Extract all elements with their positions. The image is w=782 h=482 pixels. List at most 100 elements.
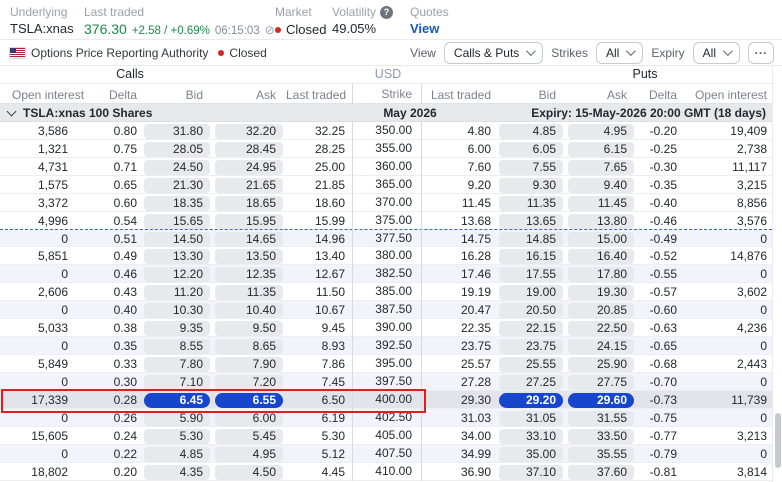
put-bid-quote-button[interactable]: 16.15 (499, 248, 563, 264)
option-row-strike-385.00[interactable]: 2,606 0.43 11.20 11.35 11.50 385.00 19.19 19.00… (0, 283, 772, 301)
call-bid-quote-button[interactable]: 31.80 (144, 123, 210, 139)
put-bid-quote-button[interactable]: 23.75 (499, 338, 563, 354)
put-bid-quote-button[interactable]: 4.85 (499, 123, 563, 139)
put-ask-quote-button[interactable]: 25.90 (568, 356, 634, 372)
col-header-put-open-interest[interactable]: Open interest (684, 87, 772, 102)
col-header-call-open-interest[interactable]: Open interest (0, 87, 84, 102)
volatility-help-icon[interactable]: ? (380, 5, 394, 19)
call-ask-quote-button[interactable]: 5.45 (215, 428, 283, 444)
option-row-strike-380.00[interactable]: 5,851 0.49 13.30 13.50 13.40 380.00 16.28 16.15… (0, 247, 772, 265)
option-row-strike-387.50[interactable]: 0 0.40 10.30 10.40 10.67 387.50 20.47 20.50 20.8… (0, 301, 772, 319)
call-ask-quote-button[interactable]: 10.40 (215, 302, 283, 318)
expiry-dropdown[interactable]: All (692, 41, 740, 64)
strikes-dropdown[interactable]: All (595, 41, 644, 64)
put-bid-quote-button[interactable]: 27.25 (499, 374, 563, 390)
call-bid-quote-button[interactable]: 5.30 (144, 428, 210, 444)
scrollbar-thumb[interactable] (775, 413, 781, 468)
call-ask-quote-button[interactable]: 13.50 (215, 248, 283, 264)
vertical-scrollbar[interactable] (772, 66, 782, 482)
call-bid-quote-button[interactable]: 11.20 (144, 284, 210, 300)
put-ask-quote-button[interactable]: 19.30 (568, 284, 634, 300)
option-row-strike-375.00[interactable]: 4,996 0.54 15.65 15.95 15.99 375.00 13.68 13.65… (0, 212, 772, 230)
option-row-strike-392.50[interactable]: 0 0.35 8.55 8.65 8.93 392.50 23.75 23.75 24.15 -0… (0, 337, 772, 355)
put-ask-quote-button[interactable]: 6.15 (568, 141, 634, 157)
call-bid-quote-button[interactable]: 10.30 (144, 302, 210, 318)
call-ask-quote-button[interactable]: 4.95 (215, 446, 283, 462)
put-ask-quote-button[interactable]: 22.50 (568, 320, 634, 336)
call-bid-quote-button[interactable]: 18.35 (144, 195, 210, 211)
call-bid-quote-button[interactable]: 21.30 (144, 177, 210, 193)
call-bid-quote-button[interactable]: 4.85 (144, 446, 210, 462)
put-bid-quote-button[interactable]: 9.30 (499, 177, 563, 193)
option-row-strike-377.50[interactable]: 0 0.51 14.50 14.65 14.96 377.50 14.75 14.85 15.0… (0, 229, 772, 248)
call-ask-quote-button[interactable]: 11.35 (215, 284, 283, 300)
call-ask-quote-button[interactable]: 4.50 (215, 464, 283, 480)
call-ask-quote-button[interactable]: 7.20 (215, 374, 283, 390)
call-ask-quote-button[interactable]: 28.45 (215, 141, 283, 157)
put-ask-quote-button[interactable]: 27.75 (568, 374, 634, 390)
call-ask-quote-button[interactable]: 7.90 (215, 356, 283, 372)
put-ask-quote-button[interactable]: 16.40 (568, 248, 634, 264)
put-bid-quote-button[interactable]: 25.55 (499, 356, 563, 372)
option-row-strike-410.00[interactable]: 18,802 0.20 4.35 4.50 4.45 410.00 36.90 37.10 37… (0, 463, 772, 481)
put-ask-quote-button[interactable]: 4.95 (568, 123, 634, 139)
option-row-strike-397.50[interactable]: 0 0.30 7.10 7.20 7.45 397.50 27.28 27.25 27.75 -0… (0, 373, 772, 391)
call-bid-quote-button[interactable]: 24.50 (144, 159, 210, 175)
option-row-strike-355.00[interactable]: 1,321 0.75 28.05 28.45 28.25 355.00 6.00 6.05 6.… (0, 140, 772, 158)
option-row-strike-402.50[interactable]: 0 0.26 5.90 6.00 6.19 402.50 31.03 31.05 31.55 -0… (0, 409, 772, 427)
call-bid-quote-button[interactable]: 8.55 (144, 338, 210, 354)
call-bid-quote-button[interactable]: 14.50 (144, 231, 210, 247)
option-row-strike-390.00[interactable]: 5,033 0.38 9.35 9.50 9.45 390.00 22.35 22.15 22.… (0, 319, 772, 337)
call-bid-quote-button[interactable]: 12.20 (144, 266, 210, 282)
call-ask-quote-button[interactable]: 6.00 (215, 410, 283, 426)
put-bid-quote-button[interactable]: 14.85 (499, 231, 563, 247)
option-row-strike-382.50[interactable]: 0 0.46 12.20 12.35 12.67 382.50 17.46 17.55 17.8… (0, 265, 772, 283)
put-ask-quote-button[interactable]: 7.65 (568, 159, 634, 175)
col-header-call-last-traded[interactable]: Last traded (286, 87, 352, 102)
put-ask-quote-button[interactable]: 17.80 (568, 266, 634, 282)
col-header-call-ask[interactable]: Ask (213, 87, 286, 102)
option-row-strike-365.00[interactable]: 1,575 0.65 21.30 21.65 21.85 365.00 9.20 9.30 9.… (0, 176, 772, 194)
option-row-strike-350.00[interactable]: 3,586 0.80 31.80 32.20 32.25 350.00 4.80 4.85 4.… (0, 122, 772, 140)
call-ask-quote-button[interactable]: 18.65 (215, 195, 283, 211)
col-header-put-bid[interactable]: Bid (497, 87, 566, 102)
put-bid-quote-button[interactable]: 13.65 (499, 213, 563, 229)
expiry-group-row[interactable]: TSLA:xnas 100 Shares May 2026 Expiry: 15… (0, 104, 772, 122)
option-row-strike-360.00[interactable]: 4,731 0.71 24.50 24.95 25.00 360.00 7.60 7.55 7.… (0, 158, 772, 176)
put-bid-quote-button[interactable]: 17.55 (499, 266, 563, 282)
call-ask-quote-button[interactable]: 15.95 (215, 213, 283, 229)
call-bid-quote-button[interactable]: 28.05 (144, 141, 210, 157)
put-bid-quote-button[interactable]: 29.20 (499, 392, 563, 408)
call-ask-quote-button[interactable]: 14.65 (215, 231, 283, 247)
put-ask-quote-button[interactable]: 24.15 (568, 338, 634, 354)
col-header-call-bid[interactable]: Bid (142, 87, 213, 102)
option-row-strike-407.50[interactable]: 0 0.22 4.85 4.95 5.12 407.50 34.99 35.00 35.55 -0… (0, 445, 772, 463)
call-bid-quote-button[interactable]: 13.30 (144, 248, 210, 264)
option-row-strike-405.00[interactable]: 15,605 0.24 5.30 5.45 5.30 405.00 34.00 33.10 33… (0, 427, 772, 445)
put-bid-quote-button[interactable]: 7.55 (499, 159, 563, 175)
col-header-strike[interactable]: Strike (352, 84, 422, 104)
call-bid-quote-button[interactable]: 6.45 (144, 392, 210, 408)
put-ask-quote-button[interactable]: 29.60 (568, 392, 634, 408)
put-ask-quote-button[interactable]: 11.45 (568, 195, 634, 211)
call-ask-quote-button[interactable]: 24.95 (215, 159, 283, 175)
put-bid-quote-button[interactable]: 20.50 (499, 302, 563, 318)
put-ask-quote-button[interactable]: 35.55 (568, 446, 634, 462)
quotes-view-link[interactable]: View (410, 21, 449, 37)
option-row-strike-400.00[interactable]: 17,339 0.28 6.45 6.55 6.50 400.00 29.30 29.20 29… (0, 389, 772, 413)
option-row-strike-395.00[interactable]: 5,849 0.33 7.80 7.90 7.86 395.00 25.57 25.55 25.… (0, 355, 772, 373)
col-header-put-delta[interactable]: Delta (637, 87, 684, 102)
call-ask-quote-button[interactable]: 32.20 (215, 123, 283, 139)
call-ask-quote-button[interactable]: 9.50 (215, 320, 283, 336)
call-bid-quote-button[interactable]: 7.80 (144, 356, 210, 372)
put-bid-quote-button[interactable]: 33.10 (499, 428, 563, 444)
call-bid-quote-button[interactable]: 15.65 (144, 213, 210, 229)
call-bid-quote-button[interactable]: 7.10 (144, 374, 210, 390)
put-bid-quote-button[interactable]: 19.00 (499, 284, 563, 300)
put-bid-quote-button[interactable]: 35.00 (499, 446, 563, 462)
option-row-strike-370.00[interactable]: 3,372 0.60 18.35 18.65 18.60 370.00 11.45 11.35… (0, 194, 772, 212)
collapse-chevron-icon[interactable] (6, 106, 17, 116)
view-dropdown[interactable]: Calls & Puts (443, 41, 544, 64)
put-ask-quote-button[interactable]: 9.40 (568, 177, 634, 193)
call-ask-quote-button[interactable]: 21.65 (215, 177, 283, 193)
